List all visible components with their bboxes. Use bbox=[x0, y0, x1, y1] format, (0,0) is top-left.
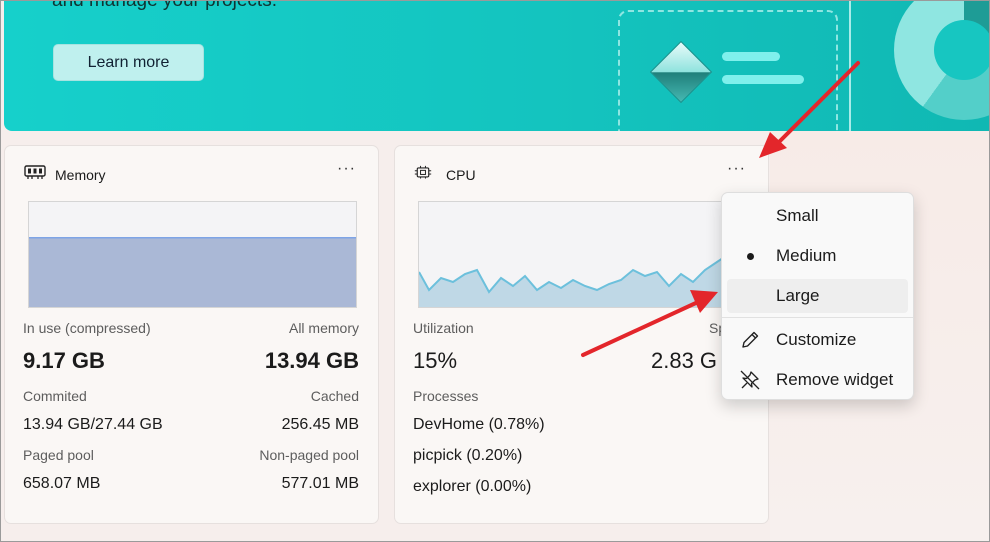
selected-bullet-icon bbox=[747, 252, 754, 260]
process-item: DevHome (0.78%) bbox=[413, 416, 545, 433]
processes-label: Processes bbox=[413, 388, 479, 404]
menu-item-label: Remove widget bbox=[776, 370, 894, 389]
all-memory-label: All memory bbox=[288, 320, 359, 336]
menu-item-label: Medium bbox=[776, 246, 837, 265]
paged-pool-label: Paged pool bbox=[23, 447, 94, 463]
menu-separator bbox=[722, 317, 913, 318]
all-memory-value: 13.94 GB bbox=[264, 348, 359, 373]
memory-chip-icon bbox=[24, 165, 46, 179]
non-paged-pool-value: 577.01 MB bbox=[281, 475, 359, 492]
committed-value: 13.94 GB/27.44 GB bbox=[23, 416, 163, 433]
speed-value: 2.83 G bbox=[651, 348, 718, 373]
memory-usage-area bbox=[29, 237, 356, 307]
in-use-value: 9.17 GB bbox=[23, 348, 105, 373]
menu-item-label: Customize bbox=[776, 330, 857, 349]
menu-item-customize[interactable]: Customize bbox=[727, 323, 908, 357]
banner-text: and manage your projects. bbox=[52, 0, 277, 11]
committed-label: Commited bbox=[23, 388, 87, 404]
menu-item-medium[interactable]: Medium bbox=[727, 239, 908, 273]
unpin-icon bbox=[740, 370, 760, 390]
cpu-usage-chart bbox=[418, 201, 747, 308]
utilization-value: 15% bbox=[413, 348, 458, 373]
menu-item-label: Small bbox=[776, 206, 819, 225]
process-item: explorer (0.00%) bbox=[413, 478, 532, 495]
cached-label: Cached bbox=[310, 388, 359, 404]
more-options-button[interactable]: ··· bbox=[337, 161, 356, 177]
paged-pool-value: 658.07 MB bbox=[23, 475, 101, 492]
banner-divider bbox=[849, 0, 851, 131]
cpu-widget-header: CPU ··· bbox=[395, 146, 768, 190]
menu-item-small[interactable]: Small bbox=[727, 199, 908, 233]
cpu-usage-area bbox=[419, 242, 746, 307]
cached-value: 256.45 MB bbox=[281, 416, 359, 433]
cpu-widget: CPU ··· Utilization Sp 15% 2.83 G Proces… bbox=[394, 145, 769, 524]
memory-widget-title: Memory bbox=[55, 167, 106, 183]
menu-item-remove-widget[interactable]: Remove widget bbox=[727, 363, 908, 397]
widget-size-menu: Small Medium Large Customize Remove widg… bbox=[721, 192, 914, 400]
banner-decoration-bar bbox=[722, 75, 804, 84]
cpu-chip-icon bbox=[414, 165, 432, 179]
utilization-label: Utilization bbox=[413, 320, 474, 336]
donut-illustration bbox=[894, 0, 990, 120]
more-options-button[interactable]: ··· bbox=[727, 161, 746, 177]
memory-widget: Memory ··· In use (compressed) All memor… bbox=[4, 145, 379, 524]
learn-more-button[interactable]: Learn more bbox=[53, 44, 204, 81]
process-item: picpick (0.20%) bbox=[413, 447, 523, 464]
in-use-label: In use (compressed) bbox=[23, 320, 151, 336]
memory-widget-header: Memory ··· bbox=[5, 146, 378, 190]
hero-banner: and manage your projects. Learn more bbox=[4, 0, 990, 131]
menu-item-label: Large bbox=[776, 286, 820, 305]
non-paged-pool-label: Non-paged pool bbox=[259, 447, 359, 463]
cpu-widget-title: CPU bbox=[446, 167, 476, 183]
menu-item-large[interactable]: Large bbox=[727, 279, 908, 313]
banner-decoration-bar bbox=[722, 52, 780, 61]
memory-usage-chart bbox=[28, 201, 357, 308]
pencil-icon bbox=[742, 331, 759, 348]
